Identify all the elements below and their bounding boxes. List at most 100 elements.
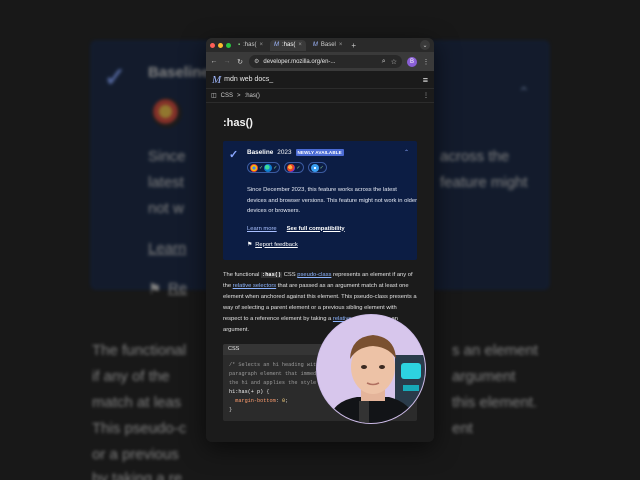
compatibility-link[interactable]: See full compatibility <box>287 226 345 232</box>
tab-label: :has( <box>282 42 296 48</box>
toolbar: ← → ↻ ⚙ developer.mozilla.org/en-... ⌕ ☆… <box>206 52 434 71</box>
sidebar-toggle-icon[interactable]: ◫ <box>211 92 217 99</box>
safari-icon <box>310 163 319 172</box>
mdn-header: M mdn web docs_ ≡ <box>206 71 434 89</box>
tab-label: :has( <box>243 42 257 48</box>
code-brace: } <box>229 407 233 413</box>
code-property: margin-bottom <box>229 398 276 404</box>
check-icon: ✓ <box>273 164 278 171</box>
edge-icon <box>264 163 273 172</box>
para-text: The functional <box>223 272 262 278</box>
inline-code: :has() <box>261 272 283 278</box>
bg-learn-link: Learn <box>148 240 187 257</box>
breadcrumb-css[interactable]: CSS <box>221 93 233 99</box>
bg-report-link: Re <box>168 280 188 297</box>
page-title: :has() <box>223 117 253 129</box>
back-arrow-icon[interactable]: ← <box>210 58 218 65</box>
check-icon: ✓ <box>296 164 301 171</box>
bg-text: This pseudo-c <box>92 420 187 437</box>
minimize-window-button[interactable] <box>218 42 223 48</box>
close-tab-icon[interactable]: × <box>339 42 343 48</box>
check-icon: ✓ <box>319 164 324 171</box>
url-text: developer.mozilla.org/en-... <box>263 58 336 65</box>
baseline-check-icon: ✓ <box>229 149 239 161</box>
baseline-heading: Baseline 2023 NEWLY AVAILABLE <box>247 149 409 156</box>
baseline-label: Baseline <box>247 149 274 156</box>
bg-check-icon: ✓ <box>104 62 126 92</box>
firefox-icon <box>287 163 296 172</box>
presenter-webcam <box>316 314 426 424</box>
zoom-icon[interactable]: ⌕ <box>382 58 386 66</box>
tab-bar: ▪ :has( × M :has( × M Basel × + ⌄ <box>206 38 434 52</box>
maximize-window-button[interactable] <box>226 42 231 48</box>
firefox-support: ✓ <box>284 162 304 173</box>
breadcrumb-separator: > <box>237 92 241 99</box>
tab-search-chevron-icon[interactable]: ⌄ <box>420 40 430 50</box>
forward-arrow-icon[interactable]: → <box>223 58 231 65</box>
bg-text: match at leas <box>92 394 182 411</box>
mdn-favicon-icon: M <box>274 42 279 48</box>
code-comment: /* Selects an h1 heading with a <box>229 362 326 368</box>
bg-chevron-icon: ⌃ <box>518 84 530 100</box>
mdn-favicon-icon: M <box>312 42 318 48</box>
bg-text: not w <box>148 200 184 217</box>
close-window-button[interactable] <box>210 42 215 48</box>
breadcrumb: ◫ CSS > :has() ⋮ <box>206 89 434 103</box>
check-icon: ✓ <box>259 164 264 171</box>
browser-support-icons: ✓ ✓ ✓ ✓ <box>247 162 409 173</box>
address-bar[interactable]: ⚙ developer.mozilla.org/en-... ⌕ ☆ <box>249 55 402 68</box>
mdn-logo[interactable]: M <box>212 74 221 86</box>
baseline-year: 2023 <box>277 149 292 156</box>
bg-text: or a previous <box>92 446 179 463</box>
video-frame: ✓ Baseline ⌃ Since across the latest fea… <box>0 0 640 480</box>
close-tab-icon[interactable]: × <box>298 42 302 48</box>
para-text: CSS <box>282 272 298 278</box>
bg-text: latest <box>148 174 184 191</box>
code-punct: ; <box>285 398 289 404</box>
bg-baseline-label: Baseline <box>148 64 210 81</box>
newly-available-badge: NEWLY AVAILABLE <box>295 149 344 156</box>
bg-flag-icon: ⚑ <box>148 281 162 298</box>
bookmark-star-icon[interactable]: ☆ <box>391 58 397 66</box>
bg-text: ent <box>452 420 473 437</box>
page-icon: ▪ <box>238 42 241 48</box>
learn-more-link[interactable]: Learn more <box>247 226 277 232</box>
report-feedback[interactable]: ⚑ Report feedback <box>247 242 409 248</box>
tab-has-active[interactable]: M :has( × <box>270 39 306 51</box>
reload-icon[interactable]: ↻ <box>236 58 244 66</box>
baseline-banner: ✓ Baseline 2023 NEWLY AVAILABLE ⌃ ✓ ✓ ✓ … <box>223 141 417 260</box>
hamburger-menu-icon[interactable]: ≡ <box>423 75 428 85</box>
browser-menu-icon[interactable]: ⋮ <box>422 58 430 66</box>
pseudo-class-link[interactable]: pseudo-class <box>297 272 331 278</box>
more-options-icon[interactable]: ⋮ <box>423 92 429 99</box>
bg-text: this element. <box>452 394 538 411</box>
flag-icon: ⚑ <box>247 241 253 248</box>
presenter-image <box>317 315 425 423</box>
chrome-icon <box>250 163 258 172</box>
bg-text: if any of the <box>92 368 170 385</box>
close-tab-icon[interactable]: × <box>259 42 263 48</box>
report-feedback-link[interactable]: Report feedback <box>255 242 298 248</box>
profile-avatar[interactable]: B <box>407 56 417 67</box>
bg-text: s an element <box>452 342 538 359</box>
relative-selectors-link[interactable]: relative selectors <box>233 283 277 289</box>
chevron-up-icon[interactable]: ⌃ <box>404 149 409 156</box>
chrome-edge-support: ✓ ✓ <box>247 162 281 173</box>
safari-support: ✓ <box>307 162 327 173</box>
bg-chrome-icon <box>152 98 182 128</box>
mdn-brand[interactable]: mdn web docs_ <box>224 76 273 83</box>
site-info-icon[interactable]: ⚙ <box>254 58 259 65</box>
tab-baseline[interactable]: M Basel × <box>309 40 347 51</box>
breadcrumb-current[interactable]: :has() <box>245 93 260 99</box>
bg-text: Since <box>148 148 186 165</box>
code-selector: h1:has(+ p) <box>229 389 264 395</box>
bg-text: feature might <box>440 174 528 191</box>
tab-label: Basel <box>320 42 336 48</box>
tab-has-1[interactable]: ▪ :has( × <box>234 40 267 51</box>
code-brace: { <box>263 389 270 395</box>
baseline-links: Learn more See full compatibility <box>247 226 409 232</box>
new-tab-button[interactable]: + <box>351 41 356 50</box>
baseline-description: Since December 2023, this feature works … <box>247 187 418 214</box>
bg-text: across the <box>440 148 510 165</box>
bg-text: by taking a re <box>92 470 183 480</box>
